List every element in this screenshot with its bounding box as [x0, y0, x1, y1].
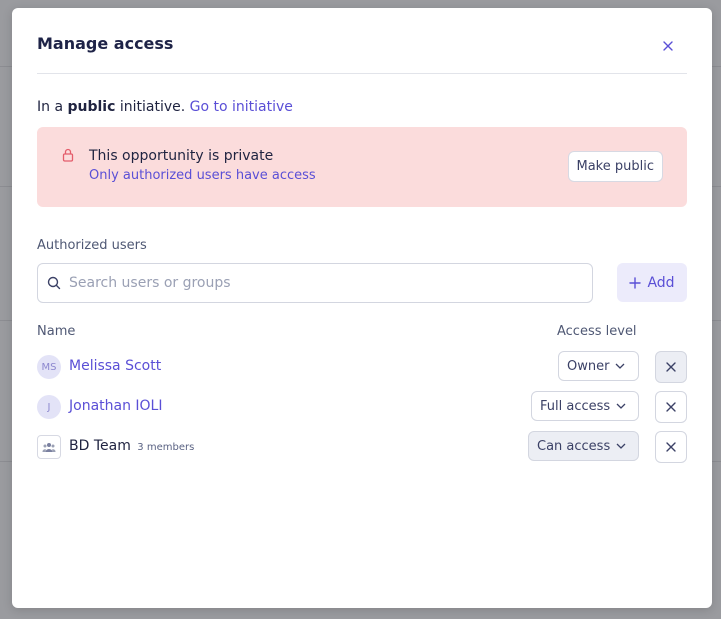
remove-button[interactable] — [655, 351, 687, 383]
close-icon — [666, 442, 676, 452]
column-header-access: Access level — [557, 324, 637, 339]
access-level-select[interactable]: Owner — [558, 351, 639, 381]
close-icon — [663, 41, 673, 51]
access-level-select[interactable]: Can access — [528, 431, 639, 461]
avatar: J — [37, 395, 61, 419]
group-row: BD Team 3 members Can access — [37, 431, 687, 463]
initiative-visibility: public — [67, 99, 116, 115]
manage-access-modal: Manage access In a public initiative. Go… — [12, 8, 712, 608]
make-public-button[interactable]: Make public — [567, 151, 663, 182]
close-icon — [666, 362, 676, 372]
initiative-info: In a public initiative. Go to initiative — [37, 99, 293, 115]
add-label: Add — [647, 274, 675, 291]
initiative-prefix: In a — [37, 99, 68, 115]
private-title: This opportunity is private — [89, 148, 274, 164]
modal-title: Manage access — [37, 34, 174, 53]
user-row: J Jonathan IOLI Full access — [37, 391, 687, 423]
column-header-name: Name — [37, 324, 76, 339]
search-input[interactable] — [69, 264, 579, 302]
group-avatar — [37, 435, 61, 459]
group-name-text: BD Team — [69, 438, 131, 454]
avatar: MS — [37, 355, 61, 379]
access-level-select[interactable]: Full access — [531, 391, 639, 421]
user-name-link[interactable]: Jonathan IOLI — [69, 398, 163, 414]
member-count: 3 members — [137, 442, 195, 453]
search-box — [37, 263, 593, 303]
chevron-down-icon — [616, 403, 626, 409]
private-notice: This opportunity is private Only authori… — [37, 127, 687, 207]
access-level-value: Full access — [540, 398, 611, 414]
user-row: MS Melissa Scott Owner — [37, 351, 687, 383]
close-button[interactable] — [658, 36, 678, 56]
private-subtitle: Only authorized users have access — [89, 168, 316, 183]
plus-icon — [629, 276, 642, 289]
close-icon — [666, 402, 676, 412]
search-icon — [47, 276, 61, 290]
access-level-value: Can access — [537, 438, 611, 454]
remove-button[interactable] — [655, 391, 687, 423]
lock-icon — [62, 148, 74, 162]
group-name: BD Team 3 members — [69, 438, 194, 454]
group-icon — [42, 443, 56, 452]
initiative-suffix: initiative. — [115, 99, 190, 115]
header-divider — [37, 73, 687, 74]
add-button[interactable]: Add — [617, 263, 687, 302]
access-level-value: Owner — [567, 358, 610, 374]
authorized-users-label: Authorized users — [37, 238, 147, 253]
remove-button[interactable] — [655, 431, 687, 463]
chevron-down-icon — [615, 363, 625, 369]
chevron-down-icon — [616, 443, 626, 449]
user-name-link[interactable]: Melissa Scott — [69, 358, 161, 374]
go-to-initiative-link[interactable]: Go to initiative — [190, 99, 293, 115]
